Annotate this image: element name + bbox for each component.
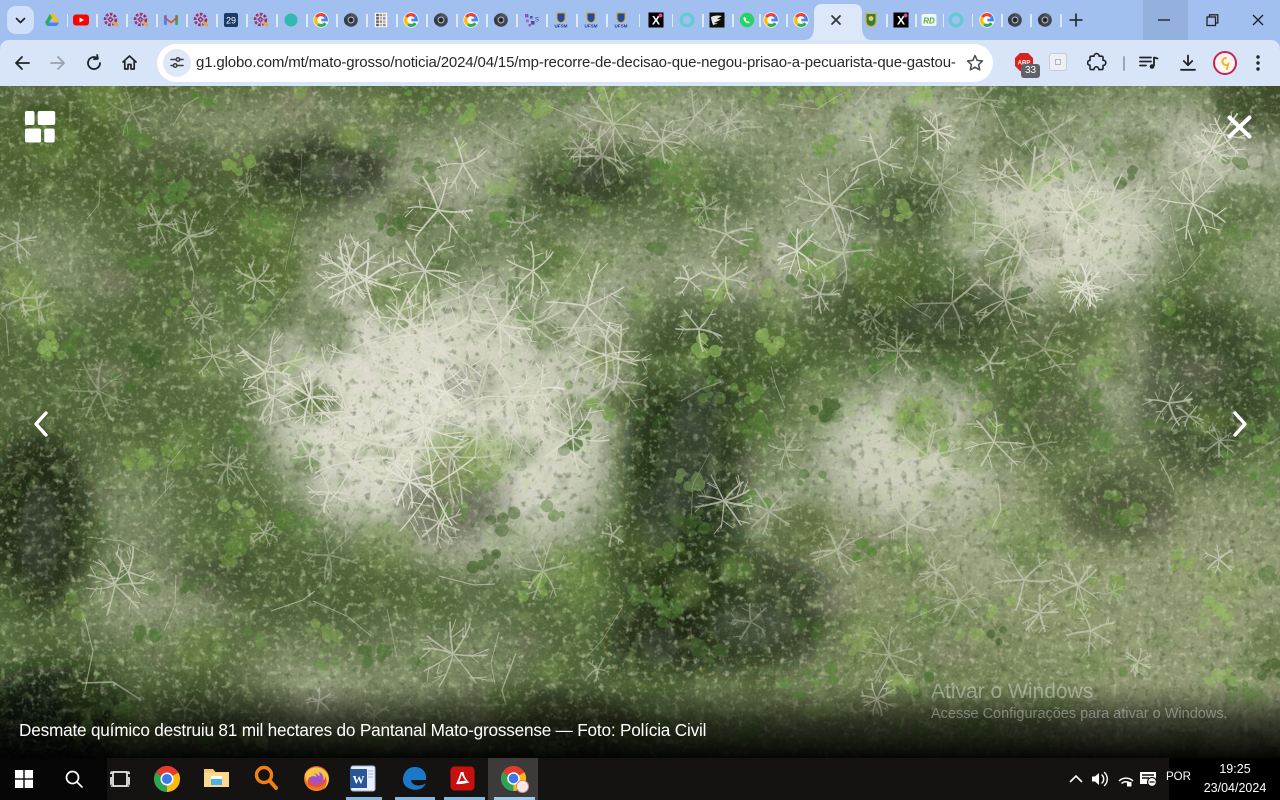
svg-text:29: 29: [226, 16, 236, 26]
svg-text:RD: RD: [923, 17, 935, 26]
svg-text:UFSM: UFSM: [584, 24, 597, 29]
svg-text:UFSM: UFSM: [614, 24, 627, 29]
svg-text:W: W: [353, 773, 365, 787]
svg-text:S: S: [535, 18, 539, 24]
svg-text:UFSM: UFSM: [554, 24, 567, 29]
